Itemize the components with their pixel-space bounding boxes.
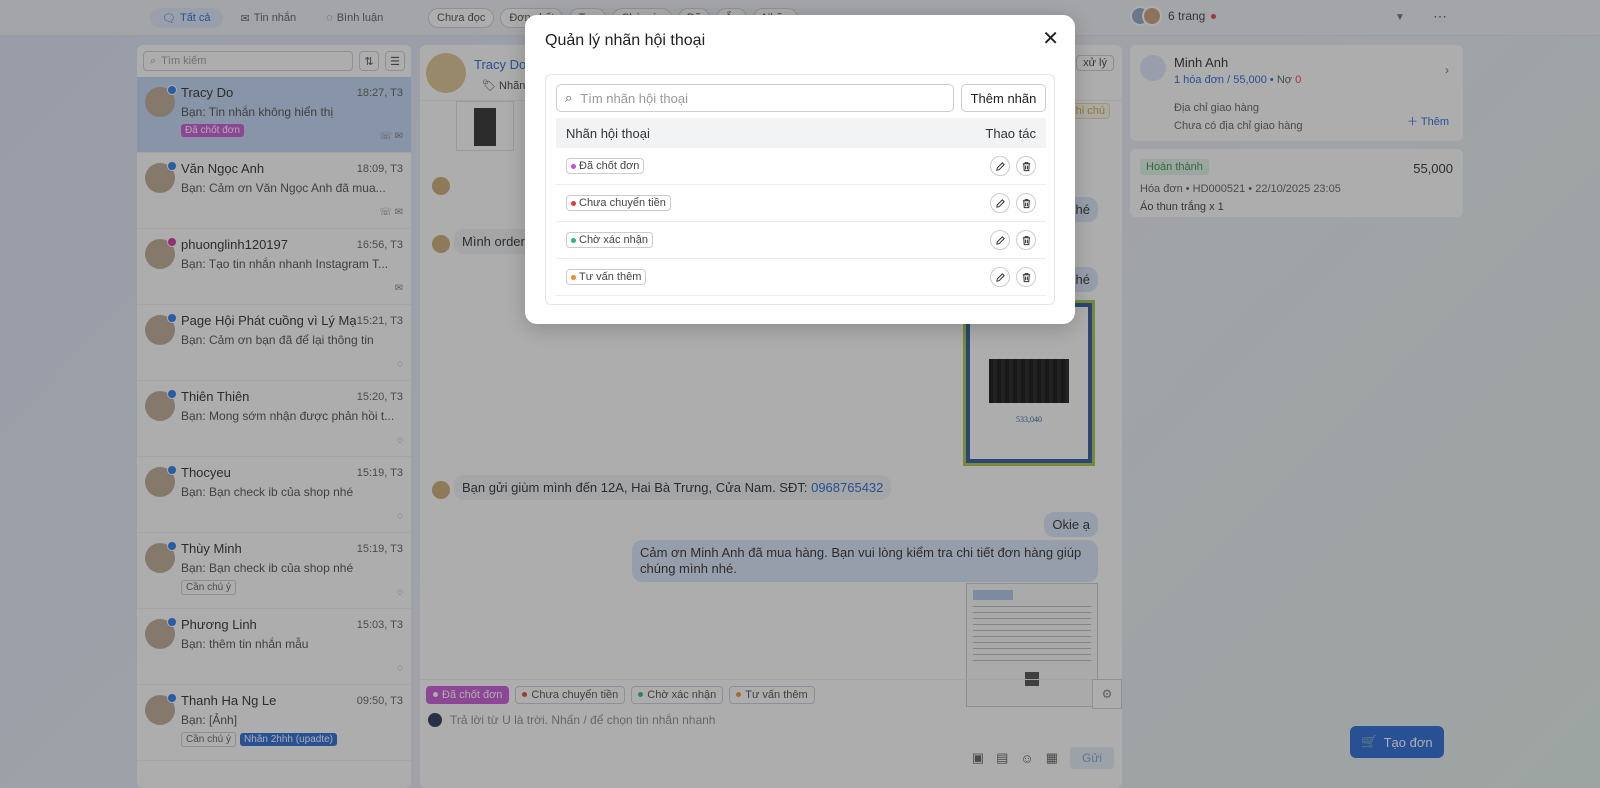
modal-title: Quản lý nhãn hội thoại [545,32,706,49]
delete-label-button[interactable] [1016,193,1036,213]
modal-body: ⌕ Tìm nhãn hội thoại Thêm nhãn Nhãn hội t… [545,74,1055,305]
label-manager-modal: Quản lý nhãn hội thoại ✕ ⌕ Tìm nhãn hội t… [525,15,1075,324]
label-search-input[interactable]: ⌕ Tìm nhãn hội thoại [556,84,954,112]
label-chip: Chờ xác nhận [566,232,653,248]
label-row: Tư vấn thêm [556,259,1046,296]
label-table-header: Nhãn hội thoại Thao tác [556,118,1046,148]
label-actions [990,267,1036,287]
label-row: Đã chốt đơn [556,148,1046,185]
trash-icon [1022,198,1030,208]
edit-label-button[interactable] [990,267,1010,287]
label-chip: Đã chốt đơn [566,158,645,174]
label-actions [990,230,1036,250]
pencil-icon [995,235,1005,245]
trash-icon [1022,272,1030,282]
edit-label-button[interactable] [990,230,1010,250]
label-actions [990,156,1036,176]
search-icon: ⌕ [565,90,573,105]
delete-label-button[interactable] [1016,156,1036,176]
pencil-icon [995,272,1005,282]
add-label-button[interactable]: Thêm nhãn [961,84,1046,112]
trash-icon [1022,161,1030,171]
close-icon[interactable]: ✕ [1042,29,1059,49]
label-row: Chưa chuyển tiền [556,185,1046,222]
edit-label-button[interactable] [990,193,1010,213]
label-row: Chờ xác nhận [556,222,1046,259]
pencil-icon [995,161,1005,171]
tag-color-dot [571,163,576,169]
tag-color-dot [571,237,576,243]
trash-icon [1022,235,1030,245]
label-chip: Tư vấn thêm [566,269,647,285]
delete-label-button[interactable] [1016,267,1036,287]
tag-color-dot [571,200,576,206]
label-actions [990,193,1036,213]
delete-label-button[interactable] [1016,230,1036,250]
label-chip: Chưa chuyển tiền [566,195,671,211]
pencil-icon [995,198,1005,208]
tag-color-dot [571,274,576,280]
edit-label-button[interactable] [990,156,1010,176]
